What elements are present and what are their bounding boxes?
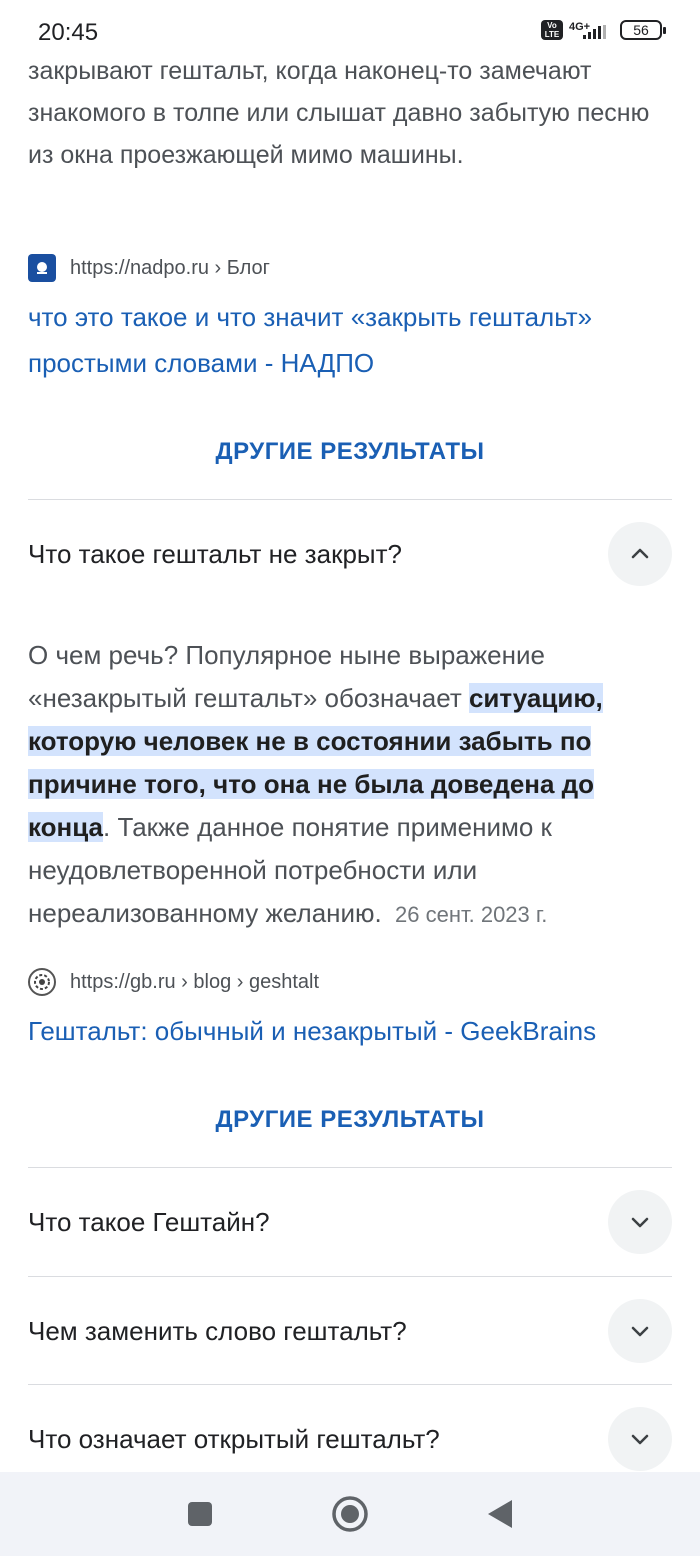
volte-icon: Vo LTE (541, 20, 563, 40)
question-text: Что означает открытый гештальт? (28, 1423, 440, 1454)
answer-text-start: О чем речь? Популярное ныне выражение «н… (28, 640, 545, 713)
circle-icon (332, 1496, 368, 1532)
chevron-down-icon[interactable] (608, 1190, 672, 1254)
more-results-button[interactable]: ДРУГИЕ РЕЗУЛЬТАТЫ (28, 1106, 672, 1134)
battery-icon: 56 (620, 20, 666, 40)
more-results-button[interactable]: ДРУГИЕ РЕЗУЛЬТАТЫ (28, 438, 672, 466)
answer-text: О чем речь? Популярное ныне выражение «н… (28, 634, 672, 936)
home-button[interactable] (330, 1494, 370, 1534)
result-title-link[interactable]: что это такое и что значит «закрыть гешт… (28, 294, 672, 386)
recents-button[interactable] (180, 1494, 220, 1534)
status-time: 20:45 (38, 19, 99, 46)
chevron-down-icon[interactable] (608, 1299, 672, 1363)
signal-indicator: 4G+ (569, 21, 606, 39)
answer-date: 26 сент. 2023 г. (395, 902, 548, 927)
result-source-url: https://nadpo.ru › Блог (70, 256, 270, 279)
navigation-bar (0, 1472, 700, 1556)
question-text: Чем заменить слово гештальт? (28, 1315, 407, 1346)
question-text: Что такое Гештайн? (28, 1206, 270, 1237)
geekbrains-favicon-icon (28, 968, 56, 996)
nadpo-favicon-icon (28, 254, 56, 282)
snippet-text: закрывают гештальт, когда наконец-то зам… (28, 57, 650, 169)
answer-source[interactable]: https://gb.ru › blog › geshtalt (28, 968, 319, 996)
triangle-back-icon (488, 1500, 512, 1528)
question-row[interactable]: Чем заменить слово гештальт? (28, 1277, 672, 1385)
square-icon (188, 1502, 212, 1526)
answer-source-url: https://gb.ru › blog › geshtalt (70, 970, 320, 993)
result-source[interactable]: https://nadpo.ru › Блог (28, 254, 270, 282)
question-row-expanded[interactable]: Что такое гештальт не закрыт? (28, 500, 672, 608)
chevron-up-icon[interactable] (608, 522, 672, 586)
signal-bars-icon (583, 25, 606, 39)
answer-title-link[interactable]: Гештальт: обычный и незакрытый - GeekBra… (28, 1008, 672, 1054)
chevron-down-icon[interactable] (608, 1407, 672, 1471)
back-button[interactable] (480, 1494, 520, 1534)
question-row[interactable]: Что такое Гештайн? (28, 1168, 672, 1276)
status-icons: Vo LTE 4G+ 56 (541, 20, 666, 40)
status-bar: 20:45 Vo LTE 4G+ 56 (0, 0, 700, 62)
question-text: Что такое гештальт не закрыт? (28, 538, 402, 569)
